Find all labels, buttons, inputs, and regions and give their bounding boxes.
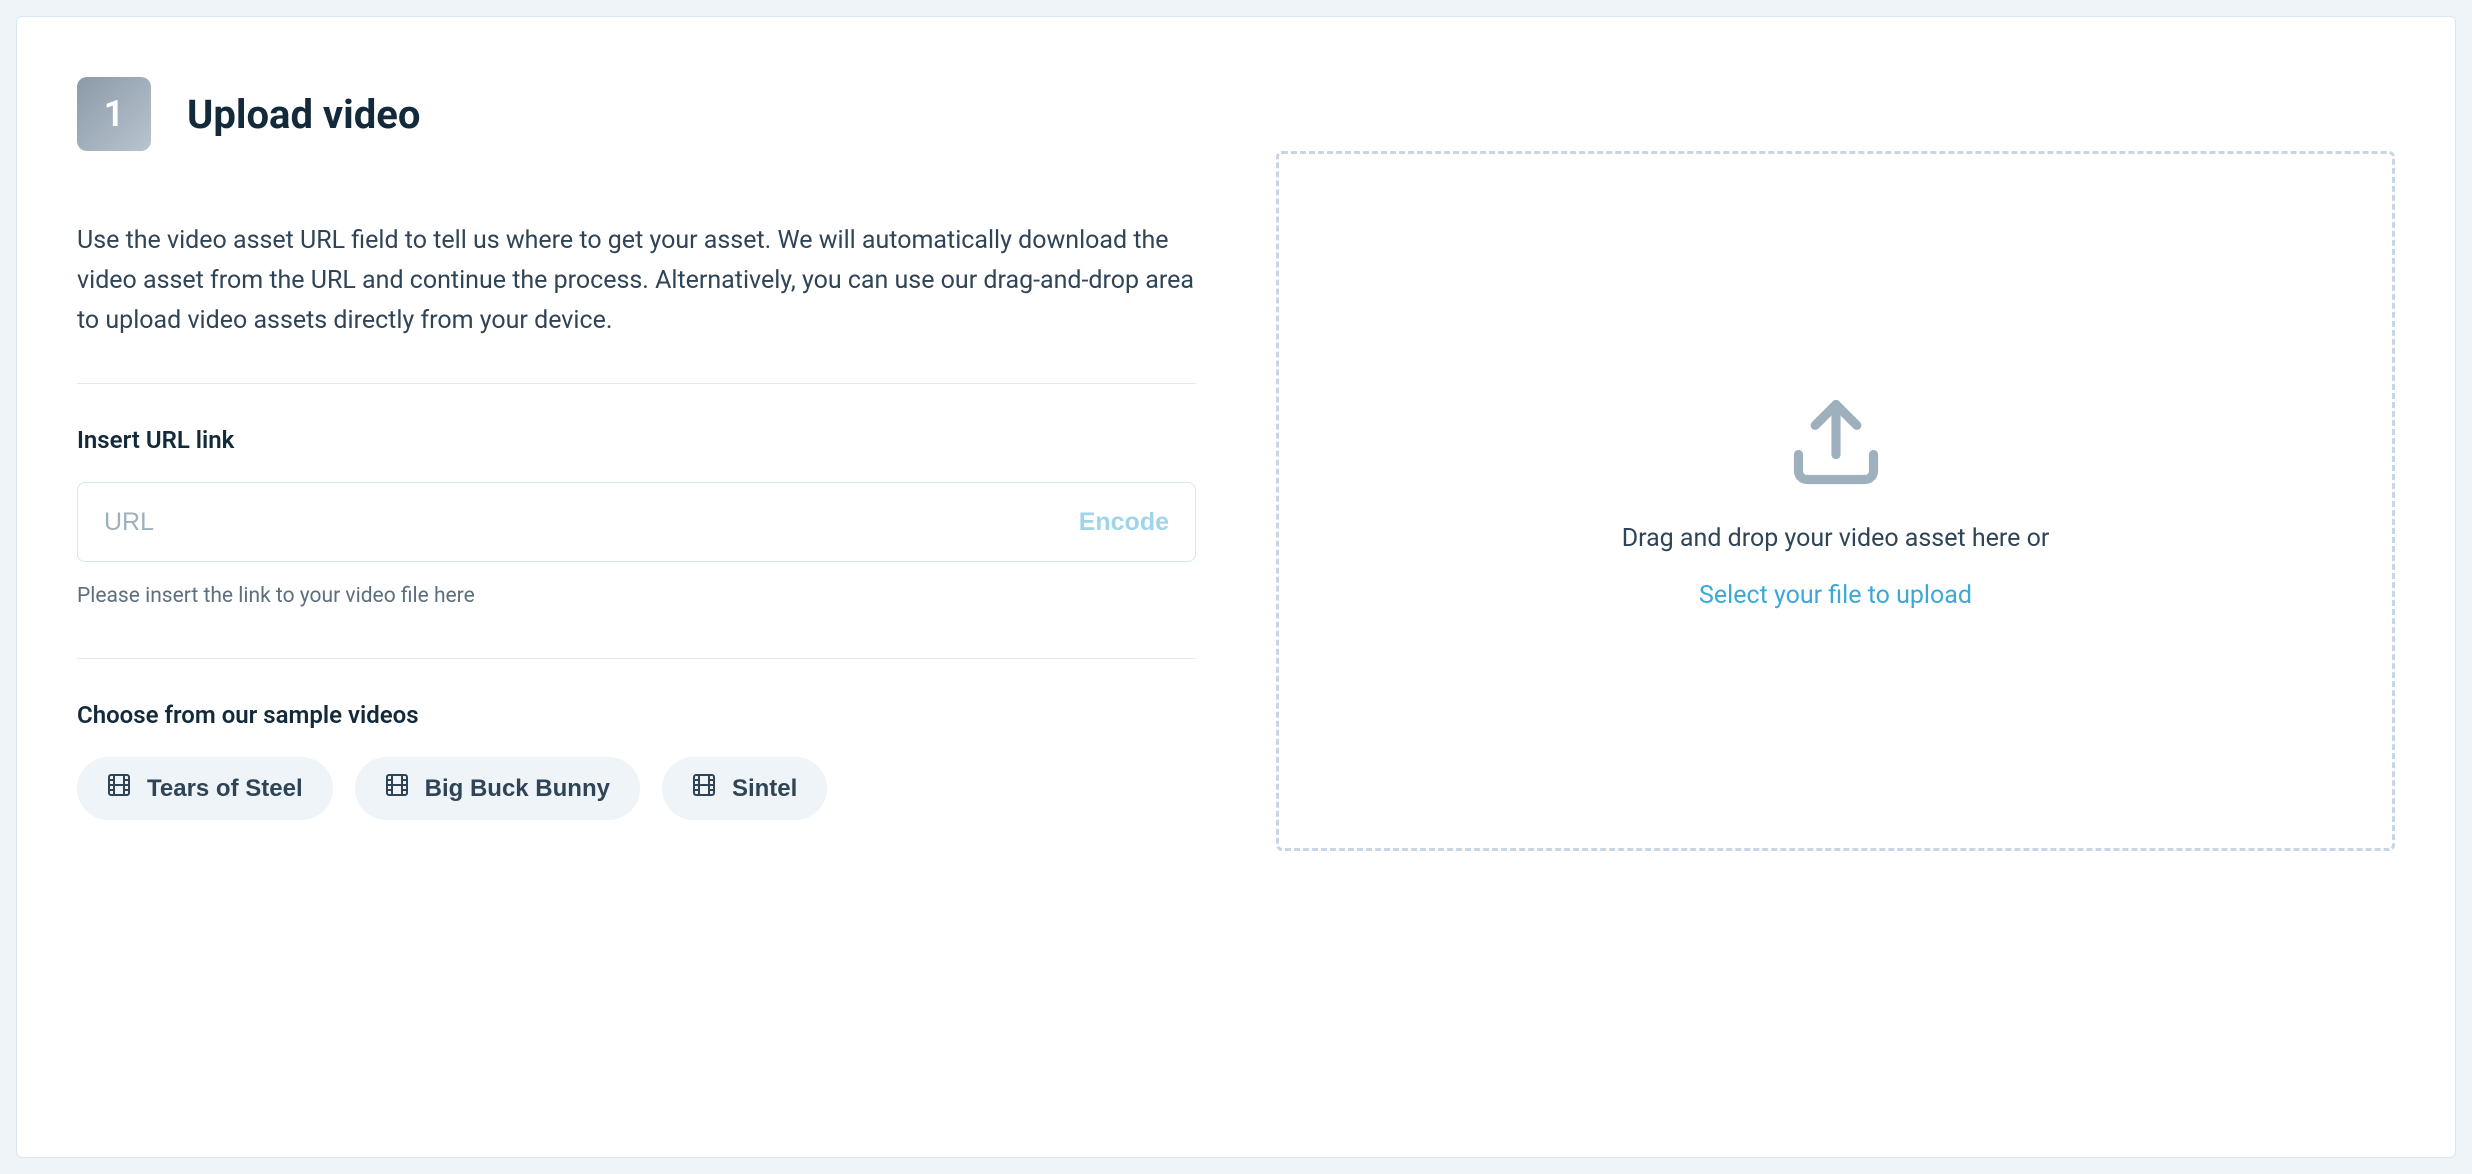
url-hint: Please insert the link to your video fil…	[77, 584, 1196, 608]
sample-chip-sintel[interactable]: Sintel	[662, 757, 827, 820]
description-text: Use the video asset URL field to tell us…	[77, 221, 1196, 341]
film-icon	[107, 773, 131, 804]
sample-chips-row: Tears of Steel Big Buck Bunny Sintel	[77, 757, 1196, 820]
url-input[interactable]	[104, 508, 1079, 537]
upload-icon	[1786, 392, 1886, 496]
url-section-label: Insert URL link	[77, 426, 1196, 454]
divider	[77, 658, 1196, 659]
right-column: Drag and drop your video asset here or S…	[1276, 77, 2395, 1057]
sample-chip-tears-of-steel[interactable]: Tears of Steel	[77, 757, 333, 820]
chip-label: Big Buck Bunny	[425, 775, 610, 803]
film-icon	[692, 773, 716, 804]
page-title: Upload video	[187, 91, 420, 138]
url-input-row: Encode	[77, 482, 1196, 562]
step-number: 1	[104, 93, 125, 135]
encode-button[interactable]: Encode	[1079, 508, 1169, 537]
dropzone[interactable]: Drag and drop your video asset here or S…	[1276, 151, 2395, 851]
divider	[77, 383, 1196, 384]
film-icon	[385, 773, 409, 804]
step-badge: 1	[77, 77, 151, 151]
select-file-link[interactable]: Select your file to upload	[1699, 581, 1972, 610]
drop-text: Drag and drop your video asset here or	[1622, 524, 2050, 553]
chip-label: Tears of Steel	[147, 775, 303, 803]
samples-label: Choose from our sample videos	[77, 701, 1196, 729]
upload-card: 1 Upload video Use the video asset URL f…	[16, 16, 2456, 1158]
header-row: 1 Upload video	[77, 77, 1196, 151]
left-column: 1 Upload video Use the video asset URL f…	[77, 77, 1196, 1057]
sample-chip-big-buck-bunny[interactable]: Big Buck Bunny	[355, 757, 640, 820]
chip-label: Sintel	[732, 775, 797, 803]
